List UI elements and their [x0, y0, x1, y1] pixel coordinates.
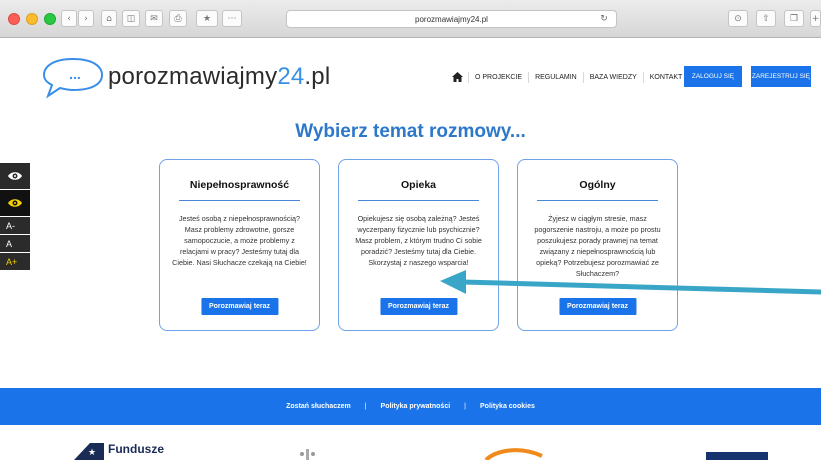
browser-toolbar: ‹ › ⌂ ◫ ✉ ⎙ ★ ⋯ porozmawiajmy24.pl ↻ ⊙ ⇧…: [0, 0, 821, 38]
talk-now-button[interactable]: Porozmawiaj teraz: [558, 298, 637, 315]
emblem-logo-icon: [300, 449, 315, 460]
topic-card-opieka: Opieka Opiekujesz się osobą zależną? Jes…: [338, 159, 499, 331]
nav-o-projekcie[interactable]: O PROJEKCIE: [468, 71, 528, 83]
card-title: Niepełnosprawność: [189, 179, 290, 191]
card-description: Opiekujesz się osobą zależną? Jesteś wyc…: [355, 214, 482, 267]
font-size-normal-button[interactable]: A: [0, 235, 30, 252]
mail-icon[interactable]: ✉: [145, 10, 163, 27]
reload-icon[interactable]: ↻: [592, 10, 616, 28]
footer-separator: |: [364, 403, 367, 410]
footer-link-become-listener[interactable]: Zostań słuchaczem: [286, 403, 351, 410]
login-button[interactable]: ZALOGUJ SIĘ: [684, 66, 742, 87]
footer-separator: |: [464, 403, 466, 410]
downloads-icon[interactable]: ⊙: [728, 10, 748, 27]
print-icon[interactable]: ⎙: [169, 10, 187, 27]
partner-logo-block: [706, 452, 768, 460]
card-description: Żyjesz w ciągłym stresie, masz pogorszen…: [534, 214, 661, 278]
card-description: Jesteś osobą z niepełnosprawnością? Masz…: [172, 214, 307, 267]
address-text: porozmawiajmy24.pl: [415, 14, 488, 24]
card-title: Opieka: [400, 179, 437, 191]
svg-text:★: ★: [88, 448, 96, 458]
funds-logo-text: Fundusze: [108, 442, 164, 456]
grid-icon[interactable]: ⋯: [222, 10, 242, 27]
card-title: Ogólny: [579, 179, 616, 191]
sidebar-icon[interactable]: ◫: [122, 10, 140, 27]
nav-regulamin[interactable]: REGULAMIN: [528, 71, 583, 83]
footer-link-cookies-policy[interactable]: Polityka cookies: [480, 403, 535, 410]
talk-now-button[interactable]: Porozmawiaj teraz: [200, 298, 279, 315]
forward-icon[interactable]: ›: [78, 10, 94, 27]
home-icon[interactable]: ⌂: [101, 10, 117, 27]
talk-now-button[interactable]: Porozmawiaj teraz: [379, 298, 458, 315]
close-window-button[interactable]: [8, 13, 20, 25]
logo-text-suffix: .pl: [304, 63, 331, 90]
card-divider: [358, 200, 479, 201]
minimize-window-button[interactable]: [26, 13, 38, 25]
nav-kontakt[interactable]: KONTAKT: [642, 71, 689, 83]
card-divider: [537, 200, 658, 201]
new-tab-icon[interactable]: +: [810, 10, 821, 27]
maximize-window-button[interactable]: [44, 13, 56, 25]
font-size-increase-button[interactable]: A+: [0, 253, 30, 270]
home-nav-icon[interactable]: [446, 72, 468, 82]
logo-text-accent: 24: [277, 63, 305, 90]
contrast-toggle-eye-icon[interactable]: [0, 163, 30, 189]
register-button[interactable]: ZAREJESTRUJ SIĘ: [751, 66, 811, 87]
page-title: Wybierz temat rozmowy...: [295, 121, 526, 142]
tabs-icon[interactable]: ❐: [784, 10, 804, 27]
card-divider: [179, 200, 300, 201]
accessibility-sidebar: A- A A+: [0, 163, 30, 271]
chat-bubble-icon: ...: [42, 57, 104, 99]
footer-links-bar: Zostań słuchaczem | Polityka prywatności…: [0, 388, 821, 425]
logo-wordmark: porozmawiajmy24.pl: [108, 63, 330, 91]
share-icon[interactable]: ⇧: [756, 10, 776, 27]
address-bar[interactable]: porozmawiajmy24.pl: [286, 10, 617, 28]
nav-baza-wiedzy[interactable]: BAZA WIEDZY: [582, 71, 643, 83]
bookmark-icon[interactable]: ★: [196, 10, 218, 27]
footer-link-privacy-policy[interactable]: Polityka prywatności: [381, 403, 451, 410]
font-size-decrease-button[interactable]: A-: [0, 217, 30, 234]
topic-card-niepelnosprawnosc: Niepełnosprawność Jesteś osobą z niepełn…: [159, 159, 320, 331]
orange-swoosh-logo-icon: [484, 448, 543, 460]
main-nav: O PROJEKCIE REGULAMIN BAZA WIEDZY KONTAK…: [446, 67, 688, 87]
eu-funds-logo-icon: ★: [74, 443, 104, 460]
topic-card-ogolny: Ogólny Żyjesz w ciągłym stresie, masz po…: [517, 159, 678, 331]
logo-text-main: porozmawiajmy: [108, 63, 278, 90]
high-contrast-eye-icon[interactable]: [0, 190, 30, 216]
back-icon[interactable]: ‹: [61, 10, 77, 27]
svg-text:...: ...: [69, 66, 81, 82]
